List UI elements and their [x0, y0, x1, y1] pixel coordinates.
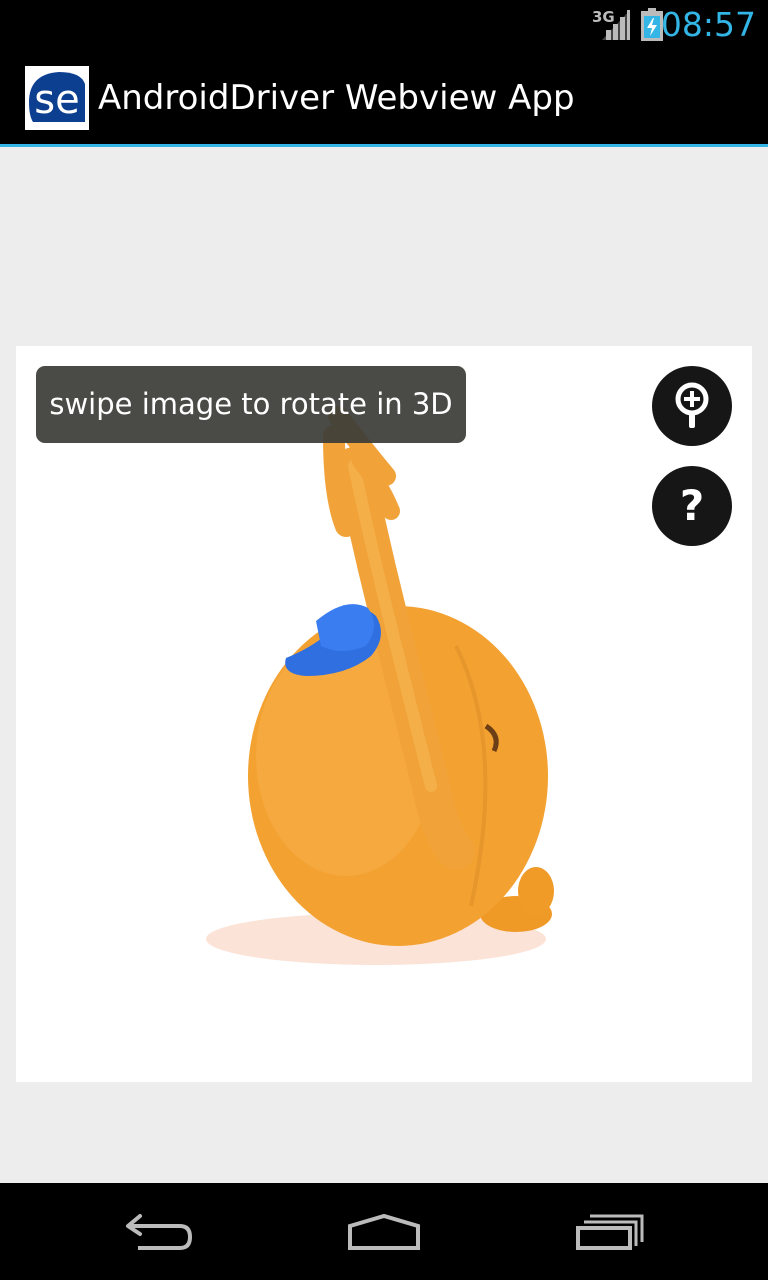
webview-content: swipe image to rotate in 3D ? — [0, 147, 768, 1183]
back-button[interactable] — [90, 1183, 230, 1280]
app-title: AndroidDriver Webview App — [98, 78, 575, 118]
selenium-logo-icon[interactable]: se — [25, 66, 89, 130]
clock: 08:57 — [660, 5, 756, 44]
help-icon: ? — [679, 481, 705, 530]
orange-plush-toy-image[interactable] — [16, 346, 752, 1082]
recent-apps-icon — [576, 1214, 644, 1250]
app-icon-text: se — [34, 77, 79, 123]
back-icon — [126, 1213, 193, 1250]
signal-bars-icon — [602, 10, 630, 40]
help-button[interactable]: ? — [652, 466, 732, 546]
zoom-in-icon — [675, 382, 709, 428]
action-bar: se AndroidDriver Webview App — [0, 50, 768, 147]
image-viewer-3d[interactable]: swipe image to rotate in 3D ? — [16, 346, 752, 1082]
home-icon — [348, 1213, 420, 1250]
home-button[interactable] — [314, 1183, 454, 1280]
status-bar: 3G 08:57 — [0, 0, 768, 50]
rotate-hint-tooltip: swipe image to rotate in 3D — [36, 366, 466, 443]
recent-apps-button[interactable] — [540, 1183, 680, 1280]
navigation-bar — [0, 1183, 768, 1280]
zoom-button[interactable] — [652, 366, 732, 446]
